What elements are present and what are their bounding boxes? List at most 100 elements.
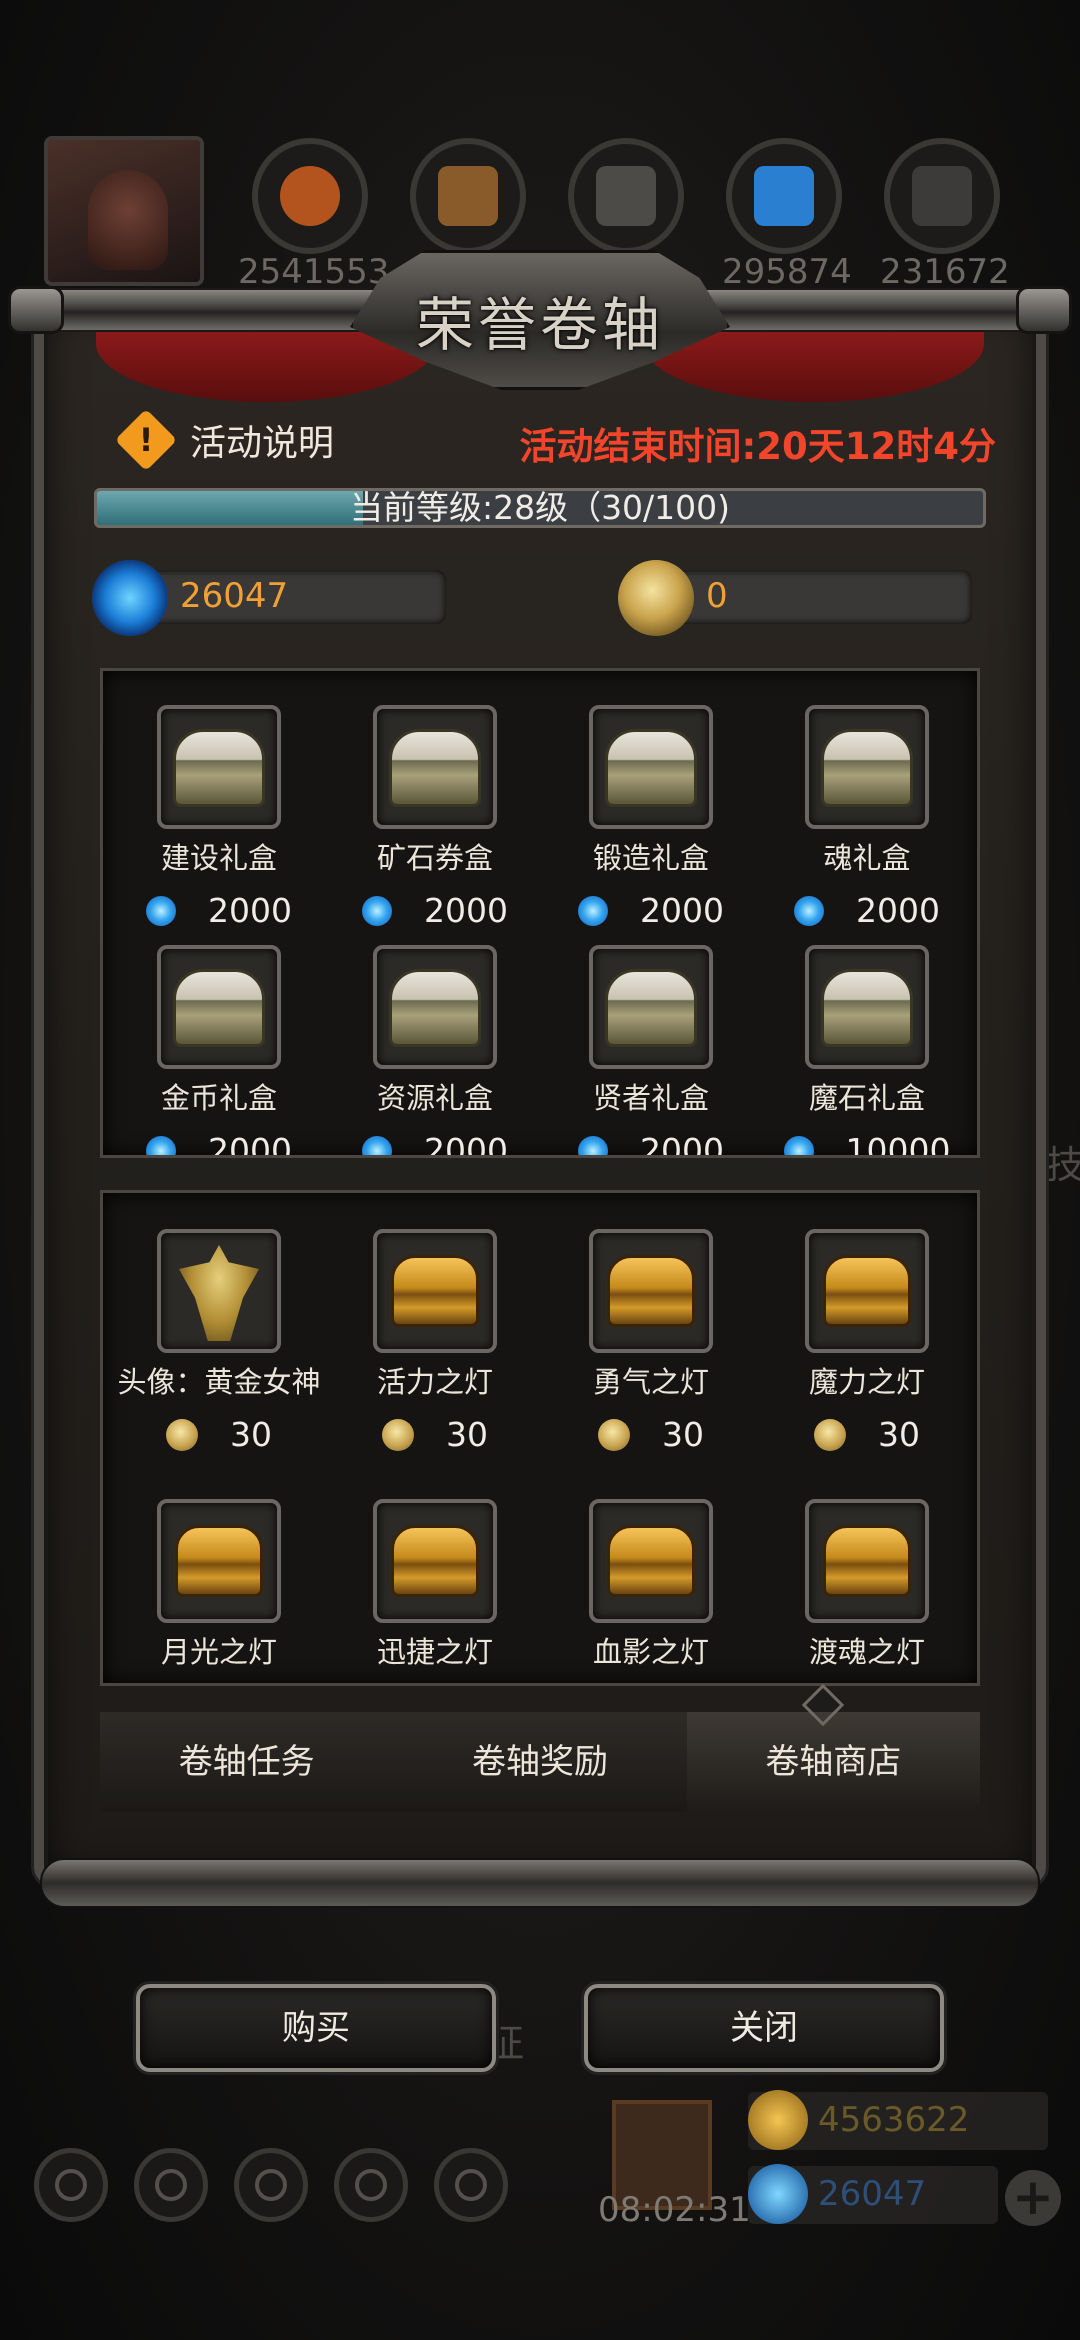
shop-item[interactable]: 金币礼盒 2000 bbox=[129, 945, 309, 1158]
gold-chest-icon bbox=[607, 1255, 695, 1327]
tab-scroll-shop[interactable]: 卷轴商店 bbox=[686, 1712, 980, 1812]
item-name: 资源礼盒 bbox=[376, 1081, 493, 1115]
shop-item[interactable]: 矿石券盒 2000 bbox=[345, 705, 525, 930]
item-icon-frame bbox=[589, 945, 713, 1069]
item-icon-frame bbox=[157, 945, 281, 1069]
silver-chest-icon bbox=[821, 729, 913, 807]
shop-item[interactable]: 资源礼盒 2000 bbox=[345, 945, 525, 1158]
gem-item-grid: 建设礼盒 2000 矿石券盒 2000 锻造礼盒 2000 魂礼盒 2000 金… bbox=[100, 668, 980, 1158]
item-icon-frame bbox=[589, 1499, 713, 1623]
item-name: 魂礼盒 bbox=[823, 841, 911, 875]
guild-icon[interactable] bbox=[134, 2148, 208, 2222]
resource-slot-plank[interactable] bbox=[410, 138, 526, 254]
activity-info-button[interactable]: ! 活动说明 bbox=[114, 408, 335, 472]
item-name: 贤者礼盒 bbox=[592, 1081, 709, 1115]
add-currency-plus-icon[interactable]: + bbox=[1005, 2170, 1061, 2226]
close-button[interactable]: 关闭 bbox=[584, 1984, 944, 2072]
rod-cap-right bbox=[1016, 286, 1072, 334]
shop-item[interactable]: 魔石礼盒 10000 bbox=[777, 945, 957, 1158]
item-name: 月光之灯 bbox=[160, 1635, 277, 1669]
map-icon[interactable] bbox=[434, 2148, 508, 2222]
shop-item[interactable]: 勇气之灯 30 bbox=[561, 1229, 741, 1454]
item-price: 2000 bbox=[208, 1131, 292, 1158]
resource-slot-crystal[interactable] bbox=[726, 138, 842, 254]
silver-chest-icon bbox=[605, 729, 697, 807]
activity-info-label: 活动说明 bbox=[190, 423, 335, 464]
gem-icon bbox=[362, 895, 392, 926]
item-price: 2000 bbox=[424, 1131, 508, 1158]
gold-chest-icon bbox=[823, 1255, 911, 1327]
coin-icon bbox=[382, 1418, 414, 1451]
coin-icon bbox=[598, 1418, 630, 1451]
item-name: 魔石礼盒 bbox=[808, 1081, 925, 1115]
shop-item[interactable]: 锻造礼盒 2000 bbox=[561, 705, 741, 930]
settings-gear-icon[interactable] bbox=[34, 2148, 108, 2222]
gem-total-bar: 26047 bbox=[748, 2164, 998, 2224]
player-avatar[interactable] bbox=[44, 136, 204, 286]
gem-icon bbox=[578, 895, 608, 926]
resource-slot-stone[interactable] bbox=[884, 138, 1000, 254]
mail-icon[interactable] bbox=[334, 2148, 408, 2222]
ranking-icon[interactable] bbox=[234, 2148, 308, 2222]
gold-chest-icon bbox=[823, 1525, 911, 1597]
coin-item-grid: 头像：黄金女神 30 活力之灯 30 勇气之灯 30 魔力之灯 30 月光之灯 … bbox=[100, 1190, 980, 1686]
item-icon-frame bbox=[589, 705, 713, 829]
item-icon-frame bbox=[157, 705, 281, 829]
gem-icon bbox=[146, 1135, 176, 1155]
item-icon-frame bbox=[373, 1229, 497, 1353]
stone-icon bbox=[912, 166, 972, 226]
gift-timer: 08:02:31 bbox=[598, 2190, 751, 2230]
shop-item[interactable]: 迅捷之灯 bbox=[345, 1499, 525, 1671]
item-icon-frame bbox=[805, 945, 929, 1069]
activity-end-time: 活动结束时间:20天12时4分 bbox=[519, 425, 996, 468]
shop-item[interactable]: 渡魂之灯 bbox=[777, 1499, 957, 1671]
blue-gem-icon bbox=[92, 560, 168, 636]
item-icon-frame bbox=[157, 1229, 281, 1353]
item-price: 30 bbox=[446, 1415, 488, 1454]
level-progress-bar: 当前等级:28级（30/100) bbox=[94, 488, 986, 528]
gold-chest-icon bbox=[391, 1255, 479, 1327]
coin-balance: 0 bbox=[618, 560, 972, 636]
item-name: 建设礼盒 bbox=[160, 841, 277, 875]
item-icon-frame bbox=[589, 1229, 713, 1353]
buy-button[interactable]: 购买 bbox=[136, 1984, 496, 2072]
shop-item[interactable]: 魔力之灯 30 bbox=[777, 1229, 957, 1454]
honor-coin-icon bbox=[618, 560, 694, 636]
gem-balance: 26047 bbox=[92, 560, 446, 636]
shop-item[interactable]: 贤者礼盒 2000 bbox=[561, 945, 741, 1155]
shop-item[interactable]: 魂礼盒 2000 bbox=[777, 705, 957, 930]
gem-icon bbox=[146, 895, 176, 926]
shop-item[interactable]: 建设礼盒 2000 bbox=[129, 705, 309, 930]
item-name: 血影之灯 bbox=[592, 1635, 709, 1669]
coin-icon bbox=[814, 1418, 846, 1451]
item-icon-frame bbox=[805, 1229, 929, 1353]
item-name: 头像：黄金女神 bbox=[117, 1365, 321, 1399]
gem-icon bbox=[794, 895, 824, 926]
item-name: 活力之灯 bbox=[376, 1365, 493, 1399]
item-name: 魔力之灯 bbox=[808, 1365, 925, 1399]
shop-item[interactable]: 活力之灯 30 bbox=[345, 1229, 525, 1454]
item-price: 30 bbox=[662, 1415, 704, 1454]
resource-slot-iron[interactable] bbox=[568, 138, 684, 254]
resource-slot-wood[interactable] bbox=[252, 138, 368, 254]
item-icon-frame bbox=[157, 1499, 281, 1623]
gold-chest-icon bbox=[607, 1525, 695, 1597]
tab-scroll-rewards[interactable]: 卷轴奖励 bbox=[393, 1712, 687, 1812]
item-price: 30 bbox=[878, 1415, 920, 1454]
gem-icon bbox=[362, 1135, 392, 1155]
golden-goddess-avatar-icon bbox=[179, 1245, 259, 1341]
rod-cap-left bbox=[8, 286, 64, 334]
item-price: 2000 bbox=[640, 891, 724, 930]
tab-scroll-tasks[interactable]: 卷轴任务 bbox=[100, 1712, 394, 1812]
gem-total: 26047 bbox=[818, 2174, 927, 2214]
shop-item[interactable]: 头像：黄金女神 30 bbox=[109, 1229, 329, 1454]
item-price: 10000 bbox=[845, 1131, 951, 1158]
item-name: 迅捷之灯 bbox=[376, 1635, 493, 1669]
scroll-tabs: 卷轴任务 卷轴奖励 卷轴商店 bbox=[100, 1712, 980, 1812]
silver-chest-icon bbox=[821, 969, 913, 1047]
gem-balance-value: 26047 bbox=[180, 576, 289, 616]
resource-value-crystal: 295874 bbox=[722, 252, 852, 292]
shop-item[interactable]: 月光之灯 bbox=[129, 1499, 309, 1671]
shop-item[interactable]: 血影之灯 bbox=[561, 1499, 741, 1671]
plank-icon bbox=[438, 166, 498, 226]
